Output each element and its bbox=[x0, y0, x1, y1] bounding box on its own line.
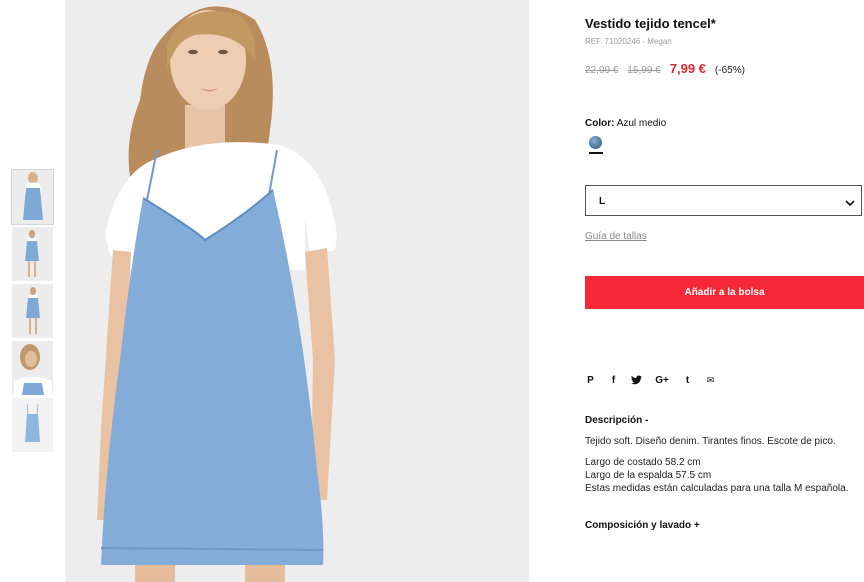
thumbnail-3[interactable] bbox=[12, 284, 53, 338]
description-line: Largo de costado 58.2 cm bbox=[585, 457, 701, 468]
description-line: Estas medidas están calculadas para una … bbox=[585, 483, 849, 494]
thumbnail-list bbox=[11, 169, 54, 455]
pinterest-icon[interactable]: P bbox=[585, 374, 596, 386]
composition-toggle[interactable]: Composición y lavado + bbox=[585, 520, 700, 531]
size-select[interactable]: L bbox=[585, 185, 862, 216]
thumbnail-4[interactable] bbox=[12, 341, 53, 395]
product-main-image[interactable] bbox=[65, 0, 529, 582]
facebook-icon[interactable]: f bbox=[608, 374, 619, 386]
price-previous: 15,99 € bbox=[627, 65, 661, 76]
add-to-bag-button[interactable]: Añadir a la bolsa bbox=[585, 276, 864, 309]
selected-swatch-indicator bbox=[589, 152, 603, 154]
email-icon[interactable]: ✉ bbox=[705, 374, 716, 386]
product-title: Vestido tejido tencel* bbox=[585, 16, 716, 31]
color-swatch-azul-medio[interactable] bbox=[589, 136, 602, 149]
color-label: Color: bbox=[585, 118, 615, 129]
thumbnail-1[interactable] bbox=[11, 169, 54, 225]
thumbnail-2[interactable] bbox=[12, 227, 53, 281]
description-toggle[interactable]: Descripción - bbox=[585, 415, 648, 426]
price-row: 22,99 € 15,99 € 7,99 € (-65%) bbox=[585, 61, 745, 76]
price-current: 7,99 € bbox=[669, 61, 706, 76]
description-line: Largo de la espalda 57.5 cm bbox=[585, 470, 712, 481]
twitter-icon[interactable] bbox=[631, 374, 642, 386]
price-original: 22,99 € bbox=[585, 65, 619, 76]
product-reference: REF. 71020246 - Megan bbox=[585, 37, 672, 46]
google-plus-icon[interactable]: G+ bbox=[654, 374, 670, 386]
tumblr-icon[interactable]: t bbox=[682, 374, 693, 386]
description-line: Tejido soft. Diseño denim. Tirantes fino… bbox=[585, 436, 836, 447]
size-guide-link[interactable]: Guía de tallas bbox=[585, 231, 647, 242]
size-selected-value: L bbox=[599, 196, 606, 207]
thumbnail-5[interactable] bbox=[12, 398, 53, 452]
share-icons: P f G+ t ✉ bbox=[585, 374, 728, 386]
color-label-row: Color: Azul medio bbox=[585, 118, 666, 129]
discount-badge: (-65%) bbox=[714, 65, 745, 76]
color-value: Azul medio bbox=[616, 118, 667, 129]
chevron-down-icon bbox=[845, 195, 855, 213]
